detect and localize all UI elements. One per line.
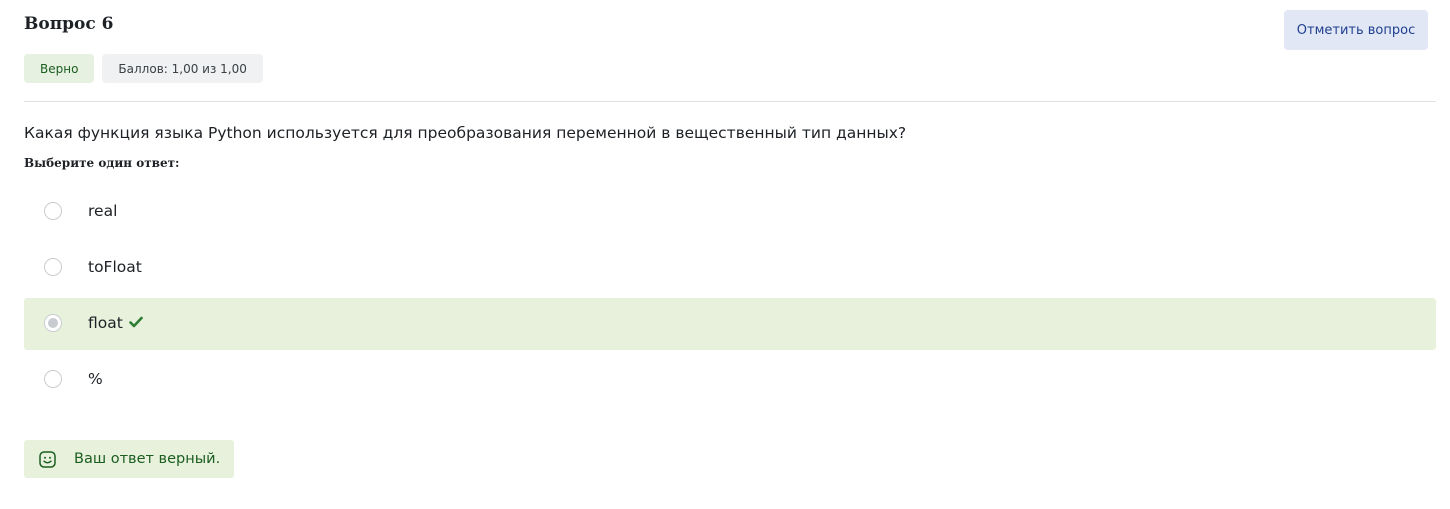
- answer-radio[interactable]: [44, 258, 62, 276]
- answer-label[interactable]: %: [88, 368, 103, 390]
- question-title: Вопрос 6: [24, 14, 114, 34]
- score-badge: Баллов: 1,00 из 1,00: [102, 54, 263, 83]
- answer-option-percent[interactable]: %: [24, 354, 1436, 406]
- smiley-icon: [39, 451, 56, 468]
- answer-radio[interactable]: [44, 370, 62, 388]
- answer-label[interactable]: toFloat: [88, 256, 142, 278]
- check-icon: [129, 316, 143, 328]
- answer-option-float[interactable]: float: [24, 298, 1436, 350]
- status-badge: Верно: [24, 54, 95, 83]
- answer-label-correct[interactable]: float: [88, 312, 143, 334]
- answer-option-real[interactable]: real: [24, 186, 1436, 238]
- feedback-box: Ваш ответ верный.: [24, 440, 234, 478]
- feedback-text: Ваш ответ верный.: [74, 451, 221, 467]
- flag-question-button[interactable]: Отметить вопрос: [1284, 10, 1428, 50]
- answer-prompt: Выберите один ответ:: [24, 156, 180, 170]
- answer-label-text: float: [88, 314, 123, 332]
- answer-label[interactable]: real: [88, 200, 117, 222]
- answer-radio[interactable]: [44, 202, 62, 220]
- answer-option-tofloat[interactable]: toFloat: [24, 242, 1436, 294]
- answer-radio-selected[interactable]: [44, 314, 62, 332]
- question-badges: Верно Баллов: 1,00 из 1,00: [24, 54, 263, 83]
- header-divider: [24, 101, 1436, 102]
- question-text: Какая функция языка Python используется …: [24, 124, 907, 142]
